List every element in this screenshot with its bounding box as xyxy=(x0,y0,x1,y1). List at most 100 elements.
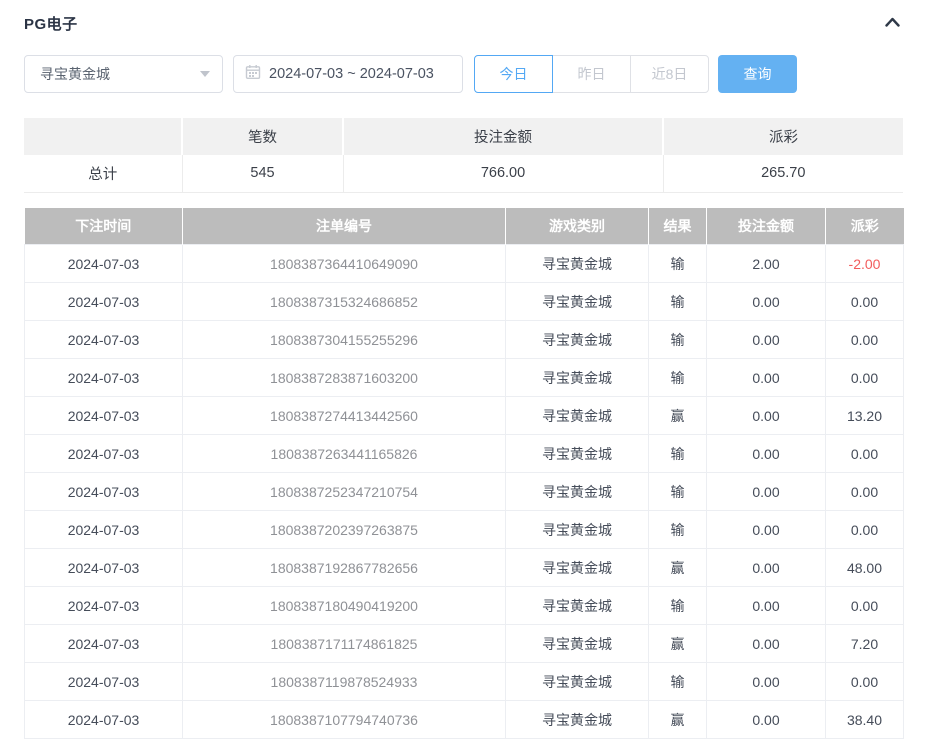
summary-col-bet-amount: 投注金额 xyxy=(343,118,663,155)
result: 输 xyxy=(649,321,707,359)
table-row: 2024-07-031808387119878524933寻宝黄金城输0.000… xyxy=(25,663,904,701)
result: 赢 xyxy=(649,549,707,587)
bet-amount: 0.00 xyxy=(707,625,826,663)
chevron-up-icon xyxy=(884,16,901,31)
bet-amount: 0.00 xyxy=(707,321,826,359)
table-row: 2024-07-031808387180490419200寻宝黄金城输0.000… xyxy=(25,587,904,625)
order-number: 1808387171174861825 xyxy=(183,625,506,663)
bet-date: 2024-07-03 xyxy=(25,549,183,587)
bet-date: 2024-07-03 xyxy=(25,435,183,473)
payout: 48.00 xyxy=(826,549,904,587)
summary-col-count: 笔数 xyxy=(182,118,343,155)
date-range-value: 2024-07-03 ~ 2024-07-03 xyxy=(269,66,434,82)
game-name: 寻宝黄金城 xyxy=(506,359,649,397)
bet-date: 2024-07-03 xyxy=(25,587,183,625)
table-row: 2024-07-031808387263441165826寻宝黄金城输0.000… xyxy=(25,435,904,473)
result: 赢 xyxy=(649,397,707,435)
collapse-button[interactable] xyxy=(881,12,903,34)
bet-date: 2024-07-03 xyxy=(25,625,183,663)
order-number: 1808387252347210754 xyxy=(183,473,506,511)
summary-total-label: 总计 xyxy=(24,155,182,192)
order-number: 1808387119878524933 xyxy=(183,663,506,701)
bet-amount: 0.00 xyxy=(707,283,826,321)
query-button[interactable]: 查询 xyxy=(718,55,797,93)
game-name: 寻宝黄金城 xyxy=(506,549,649,587)
payout: 7.20 xyxy=(826,625,904,663)
game-name: 寻宝黄金城 xyxy=(506,283,649,321)
table-row: 2024-07-031808387107794740736寻宝黄金城赢0.003… xyxy=(25,701,904,739)
summary-total-count: 545 xyxy=(182,155,343,192)
chevron-down-icon xyxy=(200,71,210,77)
summary-total-payout: 265.70 xyxy=(663,155,903,192)
panel-header: PG电子 xyxy=(24,0,903,32)
game-name: 寻宝黄金城 xyxy=(506,435,649,473)
bet-amount: 0.00 xyxy=(707,473,826,511)
bet-date: 2024-07-03 xyxy=(25,321,183,359)
table-row: 2024-07-031808387252347210754寻宝黄金城输0.000… xyxy=(25,473,904,511)
result: 输 xyxy=(649,587,707,625)
bet-amount: 0.00 xyxy=(707,435,826,473)
result: 输 xyxy=(649,511,707,549)
bet-date: 2024-07-03 xyxy=(25,397,183,435)
game-select[interactable]: 寻宝黄金城 xyxy=(24,55,223,93)
payout: 0.00 xyxy=(826,663,904,701)
table-row: 2024-07-031808387202397263875寻宝黄金城输0.000… xyxy=(25,511,904,549)
result: 输 xyxy=(649,435,707,473)
bet-amount: 0.00 xyxy=(707,511,826,549)
bet-amount: 0.00 xyxy=(707,701,826,739)
payout: 0.00 xyxy=(826,473,904,511)
summary-col-empty xyxy=(24,118,182,155)
last-8-days-button[interactable]: 近8日 xyxy=(630,55,709,93)
col-header-bet-amount: 投注金额 xyxy=(707,208,826,245)
result: 输 xyxy=(649,359,707,397)
calendar-icon xyxy=(245,64,261,85)
bet-amount: 0.00 xyxy=(707,549,826,587)
bet-amount: 0.00 xyxy=(707,587,826,625)
bet-amount: 0.00 xyxy=(707,663,826,701)
game-name: 寻宝黄金城 xyxy=(506,701,649,739)
quick-date-button-group: 今日 昨日 近8日 xyxy=(474,55,709,93)
date-range-input[interactable]: 2024-07-03 ~ 2024-07-03 xyxy=(233,55,463,93)
order-number: 1808387304155255296 xyxy=(183,321,506,359)
col-header-result: 结果 xyxy=(649,208,707,245)
bet-date: 2024-07-03 xyxy=(25,511,183,549)
bet-amount: 0.00 xyxy=(707,359,826,397)
result: 赢 xyxy=(649,625,707,663)
pg-panel: PG电子 寻宝黄金城 xyxy=(0,0,927,739)
game-name: 寻宝黄金城 xyxy=(506,587,649,625)
payout: 0.00 xyxy=(826,435,904,473)
game-name: 寻宝黄金城 xyxy=(506,245,649,283)
bet-date: 2024-07-03 xyxy=(25,359,183,397)
order-number: 1808387180490419200 xyxy=(183,587,506,625)
game-name: 寻宝黄金城 xyxy=(506,397,649,435)
summary-total-row: 总计 545 766.00 265.70 xyxy=(24,155,903,192)
game-name: 寻宝黄金城 xyxy=(506,625,649,663)
filter-bar: 寻宝黄金城 2024-07-03 ~ 2024-07-03 xyxy=(24,55,903,93)
order-number: 1808387364410649090 xyxy=(183,245,506,283)
result: 输 xyxy=(649,245,707,283)
game-name: 寻宝黄金城 xyxy=(506,473,649,511)
col-header-order-number: 注单编号 xyxy=(183,208,506,245)
payout: 0.00 xyxy=(826,283,904,321)
result: 赢 xyxy=(649,701,707,739)
bet-date: 2024-07-03 xyxy=(25,283,183,321)
summary-total-bet-amount: 766.00 xyxy=(343,155,663,192)
yesterday-button[interactable]: 昨日 xyxy=(552,55,631,93)
payout: 0.00 xyxy=(826,321,904,359)
bet-date: 2024-07-03 xyxy=(25,663,183,701)
game-name: 寻宝黄金城 xyxy=(506,321,649,359)
result: 输 xyxy=(649,473,707,511)
bet-date: 2024-07-03 xyxy=(25,245,183,283)
result: 输 xyxy=(649,283,707,321)
bet-date: 2024-07-03 xyxy=(25,473,183,511)
table-row: 2024-07-031808387171174861825寻宝黄金城赢0.007… xyxy=(25,625,904,663)
order-number: 1808387315324686852 xyxy=(183,283,506,321)
game-name: 寻宝黄金城 xyxy=(506,663,649,701)
col-header-bet-time: 下注时间 xyxy=(25,208,183,245)
order-number: 1808387283871603200 xyxy=(183,359,506,397)
page-title: PG电子 xyxy=(24,13,78,34)
table-row: 2024-07-031808387192867782656寻宝黄金城赢0.004… xyxy=(25,549,904,587)
payout: 0.00 xyxy=(826,587,904,625)
today-button[interactable]: 今日 xyxy=(474,55,553,93)
table-row: 2024-07-031808387304155255296寻宝黄金城输0.000… xyxy=(25,321,904,359)
